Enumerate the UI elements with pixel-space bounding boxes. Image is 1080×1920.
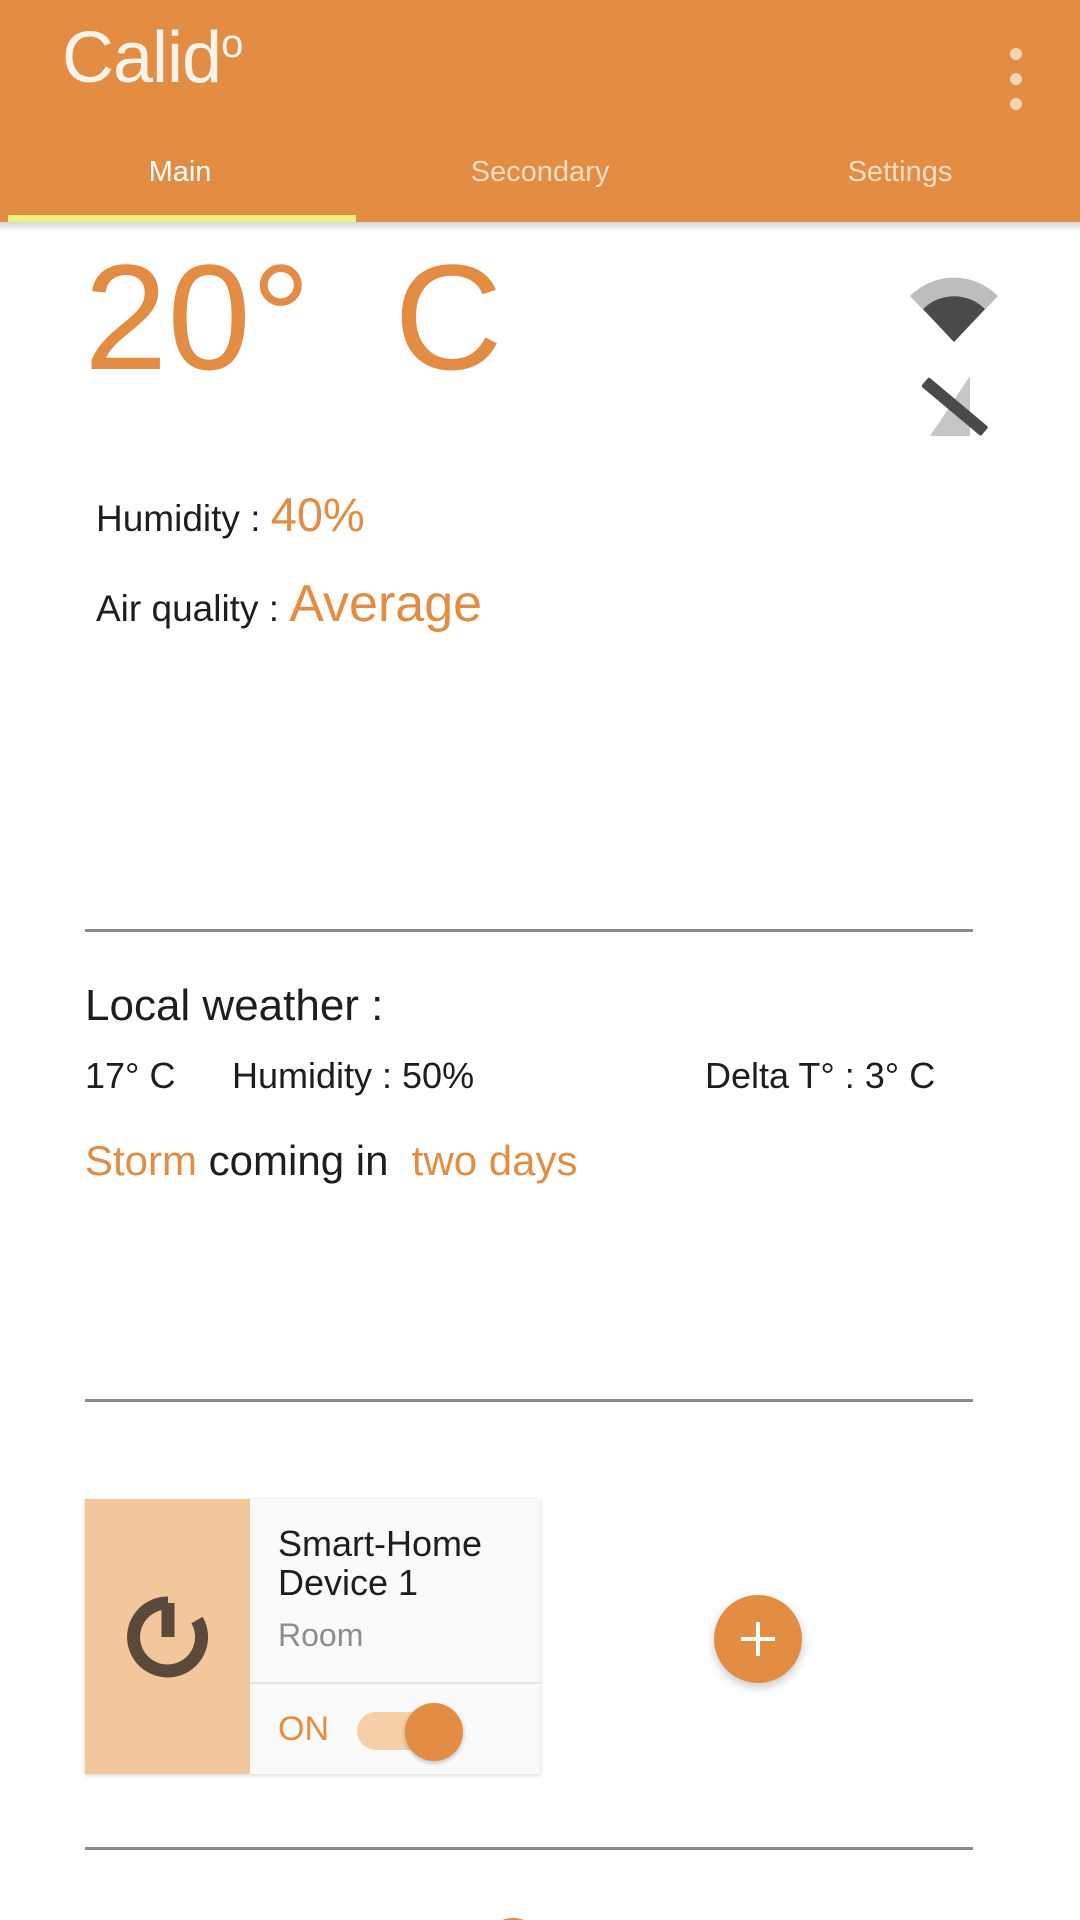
- overflow-dot: [1010, 48, 1022, 60]
- main-content: 20° C Humidity : 40% Air quality : Avera…: [0, 222, 1080, 1920]
- status-icon-group: [906, 270, 1002, 442]
- indoor-temperature: 20° C: [84, 233, 503, 401]
- device-power-toggle[interactable]: [357, 1703, 463, 1761]
- quick-setting-row: Quick setting 1: [96, 1914, 576, 1920]
- overflow-menu-icon[interactable]: [996, 48, 1036, 110]
- app-screen: Calido Main Secondary Settings 20° C Hum…: [0, 0, 1080, 1920]
- local-weather-alert: Storm coming in two days: [85, 1137, 985, 1185]
- app-title: Calido: [62, 22, 243, 94]
- tab-secondary-label: Secondary: [470, 156, 610, 188]
- toggle-knob: [405, 1703, 463, 1761]
- local-weather-humidity: Humidity : 50%: [232, 1055, 475, 1096]
- tab-main-label: Main: [148, 156, 212, 188]
- divider-weather: [85, 929, 973, 932]
- indoor-air-quality-value: Average: [289, 575, 483, 633]
- power-loop-icon: [126, 1595, 208, 1677]
- divider-devices: [85, 1399, 973, 1402]
- tab-bar: Main Secondary Settings: [0, 150, 1080, 222]
- local-weather-delta: Delta T° : 3° C: [705, 1055, 936, 1096]
- device-action-row: ON: [250, 1684, 540, 1774]
- tab-settings[interactable]: Settings: [720, 150, 1080, 222]
- alert-timing: two days: [411, 1137, 578, 1184]
- indoor-air-quality-row: Air quality : Average: [96, 574, 482, 634]
- app-title-superscript: o: [221, 22, 243, 66]
- tab-secondary[interactable]: Secondary: [360, 150, 720, 222]
- device-room: Room: [278, 1616, 364, 1653]
- add-device-button[interactable]: [714, 1595, 802, 1683]
- app-bar-top: Calido: [0, 0, 1080, 150]
- wifi-icon: [910, 277, 998, 342]
- plus-icon: [741, 1622, 775, 1656]
- alert-connector: coming in: [197, 1137, 412, 1184]
- overflow-dot: [1010, 98, 1022, 110]
- device-body: Smart-Home Device 1 Room ON: [250, 1499, 540, 1774]
- indoor-humidity-row: Humidity : 40%: [96, 487, 365, 542]
- local-weather-stats: 17° C Humidity : 50% Delta T° : 3° C: [85, 1055, 985, 1099]
- indoor-air-quality-label: Air quality :: [96, 588, 290, 629]
- device-title: Smart-Home Device 1: [278, 1523, 483, 1603]
- local-weather-temperature: 17° C: [85, 1055, 176, 1096]
- divider-quick-settings: [85, 1847, 973, 1850]
- app-bar-shadow: [0, 222, 1080, 232]
- app-title-text: Calid: [62, 18, 222, 98]
- volume-muted-icon: [921, 376, 988, 436]
- overflow-dot: [1010, 73, 1022, 85]
- tab-settings-label: Settings: [847, 156, 953, 188]
- tab-active-indicator: [8, 215, 356, 222]
- indoor-humidity-label: Humidity :: [96, 498, 271, 539]
- device-state-label: ON: [278, 1709, 329, 1748]
- device-thumbnail: [85, 1499, 250, 1774]
- tab-main[interactable]: Main: [0, 150, 360, 222]
- indoor-humidity-value: 40%: [270, 488, 365, 541]
- local-weather-title: Local weather :: [85, 981, 384, 1030]
- app-bar: Calido Main Secondary Settings: [0, 0, 1080, 222]
- device-card[interactable]: Smart-Home Device 1 Room ON: [85, 1499, 540, 1774]
- device-info: Smart-Home Device 1 Room: [250, 1499, 540, 1682]
- local-weather-section: Local weather : 17° C Humidity : 50% Del…: [85, 984, 985, 1185]
